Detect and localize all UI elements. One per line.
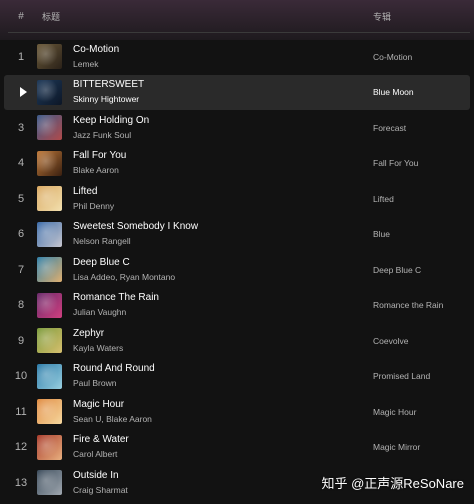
track-artist[interactable]: Phil Denny (73, 200, 373, 213)
play-icon[interactable] (19, 87, 27, 98)
track-info: Zephyr Kayla Waters (73, 327, 373, 355)
track-row[interactable]: 8 Romance The Rain Julian Vaughn Romance th… (0, 288, 474, 324)
album-cover[interactable] (37, 328, 62, 354)
track-number: 13 (14, 476, 28, 489)
track-info: Fall For You Blake Aaron (73, 149, 373, 177)
track-title[interactable]: Co-Motion (73, 43, 373, 56)
track-title[interactable]: Fire & Water (73, 433, 373, 446)
track-album[interactable]: Blue (373, 229, 390, 239)
track-info: Fire & Water Carol Albert (73, 433, 373, 461)
album-cover[interactable] (37, 79, 62, 105)
album-cover[interactable] (37, 434, 62, 460)
track-info: Romance The Rain Julian Vaughn (73, 291, 373, 319)
header-divider (8, 32, 470, 33)
album-cover[interactable] (37, 257, 62, 283)
track-title[interactable]: Deep Blue C (73, 256, 373, 269)
track-title[interactable]: BITTERSWEET (73, 78, 373, 91)
track-album[interactable]: Promised Land (373, 371, 430, 381)
track-artist[interactable]: Lisa Addeo, Ryan Montano (73, 271, 373, 284)
album-cover[interactable] (37, 470, 62, 496)
track-album[interactable]: Co-Motion (373, 52, 412, 62)
track-album[interactable]: Romance the Rain (373, 300, 443, 310)
track-album[interactable]: Deep Blue C (373, 265, 421, 275)
track-title[interactable]: Keep Holding On (73, 114, 373, 127)
track-artist[interactable]: Blake Aaron (73, 164, 373, 177)
header-number[interactable]: # (0, 11, 42, 22)
track-title[interactable]: Sweetest Somebody I Know (73, 220, 373, 233)
track-info: Deep Blue C Lisa Addeo, Ryan Montano (73, 256, 373, 284)
track-artist[interactable]: Kayla Waters (73, 342, 373, 355)
track-info: Magic Hour Sean U, Blake Aaron (73, 398, 373, 426)
track-row[interactable]: 6 Sweetest Somebody I Know Nelson Rangell B… (0, 217, 474, 253)
track-info: BITTERSWEET Skinny Hightower (73, 78, 373, 106)
track-artist[interactable]: Nelson Rangell (73, 235, 373, 248)
header-title[interactable]: 标题 (42, 10, 373, 23)
track-album[interactable]: Fall For You (373, 158, 418, 168)
album-cover[interactable] (37, 150, 62, 176)
track-number: 8 (17, 299, 25, 312)
track-row[interactable]: 10 Round And Round Paul Brown Promised Land (0, 359, 474, 395)
header-album[interactable]: 专辑 (373, 10, 474, 23)
track-row[interactable]: 4 Fall For You Blake Aaron Fall For You (0, 146, 474, 182)
track-number: 10 (14, 370, 28, 383)
track-number: 9 (17, 334, 25, 347)
track-number: 4 (17, 157, 25, 170)
track-title[interactable]: Zephyr (73, 327, 373, 340)
track-artist[interactable]: Lemek (73, 58, 373, 71)
track-artist[interactable]: Paul Brown (73, 377, 373, 390)
track-artist[interactable]: Julian Vaughn (73, 306, 373, 319)
track-artist[interactable]: Skinny Hightower (73, 93, 373, 106)
track-number: 3 (17, 121, 25, 134)
track-info: Sweetest Somebody I Know Nelson Rangell (73, 220, 373, 248)
track-album[interactable]: Magic Hour (373, 407, 416, 417)
track-album[interactable]: Forecast (373, 123, 406, 133)
track-row[interactable]: 3 Keep Holding On Jazz Funk Soul Forecast (0, 110, 474, 146)
track-title[interactable]: Fall For You (73, 149, 373, 162)
table-header: # 标题 专辑 (0, 0, 474, 32)
track-title[interactable]: Lifted (73, 185, 373, 198)
track-album[interactable]: Blue Moon (373, 87, 414, 97)
track-row[interactable]: 7 Deep Blue C Lisa Addeo, Ryan Montano Deep… (0, 252, 474, 288)
track-number: 12 (14, 441, 28, 454)
track-number: 6 (17, 228, 25, 241)
track-row[interactable]: BITTERSWEET Skinny Hightower Blue Moon (4, 74, 470, 110)
track-artist[interactable]: Sean U, Blake Aaron (73, 413, 373, 426)
album-cover[interactable] (37, 186, 62, 212)
track-info: Round And Round Paul Brown (73, 362, 373, 390)
track-list: 1 Co-Motion Lemek Co-Motion BITTERSWEET Skinn… (0, 39, 474, 501)
track-title[interactable]: Romance The Rain (73, 291, 373, 304)
track-artist[interactable]: Jazz Funk Soul (73, 129, 373, 142)
track-row[interactable]: 9 Zephyr Kayla Waters Coevolve (0, 323, 474, 359)
album-cover[interactable] (37, 44, 62, 70)
track-album[interactable]: Magic Mirror (373, 442, 420, 452)
track-number: 1 (17, 50, 25, 63)
track-album[interactable]: Lifted (373, 194, 394, 204)
track-info: Lifted Phil Denny (73, 185, 373, 213)
watermark: 知乎 @正声源ReSoNare (321, 476, 464, 491)
track-album[interactable]: Coevolve (373, 336, 408, 346)
track-row[interactable]: 1 Co-Motion Lemek Co-Motion (0, 39, 474, 75)
track-row[interactable]: 5 Lifted Phil Denny Lifted (0, 181, 474, 217)
album-cover[interactable] (37, 221, 62, 247)
track-title[interactable]: Magic Hour (73, 398, 373, 411)
album-cover[interactable] (37, 115, 62, 141)
track-info: Keep Holding On Jazz Funk Soul (73, 114, 373, 142)
album-cover[interactable] (37, 292, 62, 318)
track-row[interactable]: 11 Magic Hour Sean U, Blake Aaron Magic Hou… (0, 394, 474, 430)
album-cover[interactable] (37, 399, 62, 425)
track-number: 11 (15, 405, 27, 418)
track-number: 7 (17, 263, 25, 276)
track-info: Co-Motion Lemek (73, 43, 373, 71)
track-number: 5 (17, 192, 25, 205)
track-title[interactable]: Round And Round (73, 362, 373, 375)
album-cover[interactable] (37, 363, 62, 389)
track-artist[interactable]: Carol Albert (73, 448, 373, 461)
track-row[interactable]: 12 Fire & Water Carol Albert Magic Mirror (0, 430, 474, 466)
